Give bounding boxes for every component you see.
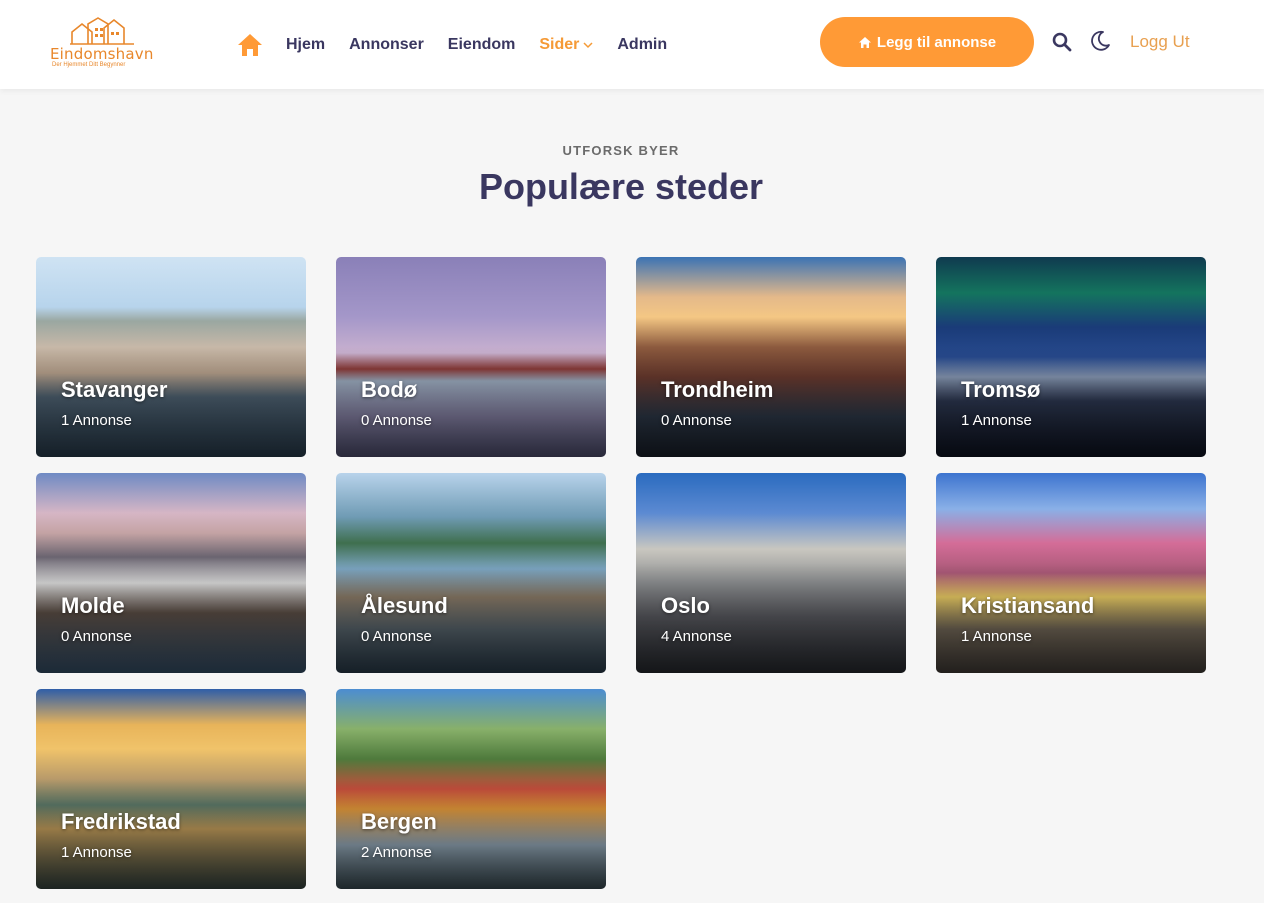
- nav-item-admin[interactable]: Admin: [617, 36, 667, 54]
- home-icon[interactable]: [236, 32, 264, 58]
- city-name: Trondheim: [661, 377, 774, 402]
- listing-count: 2 Annonse: [361, 844, 432, 861]
- moon-icon[interactable]: [1088, 29, 1112, 53]
- listing-count: 4 Annonse: [661, 628, 732, 645]
- top-header: Eindomshavn Der Hjemmet Ditt Begynner Hj…: [0, 0, 1264, 89]
- listing-count: 0 Annonse: [661, 412, 732, 429]
- city-name: Ålesund: [361, 593, 448, 618]
- section-eyebrow: UTFORSK BYER: [562, 143, 680, 158]
- city-card-kristiansand[interactable]: Kristiansand 1 Annonse: [936, 473, 1206, 673]
- city-name: Kristiansand: [961, 593, 1095, 618]
- section-title: Populære steder: [478, 166, 764, 207]
- nav-label: Eiendom: [447, 36, 516, 53]
- listing-count: 1 Annonse: [61, 844, 132, 861]
- search-icon[interactable]: [1051, 31, 1073, 53]
- city-card-alesund[interactable]: Ålesund 0 Annonse: [336, 473, 606, 673]
- city-card-tromso[interactable]: Tromsø 1 Annonse: [936, 257, 1206, 457]
- city-name: Bergen: [361, 809, 437, 834]
- add-listing-label: Legg til annonse: [876, 33, 997, 51]
- nav-label: Hjem: [286, 36, 326, 53]
- logo[interactable]: Eindomshavn Der Hjemmet Ditt Begynner: [46, 14, 168, 72]
- listing-count: 0 Annonse: [361, 412, 432, 429]
- nav-label: Annonser: [349, 36, 424, 53]
- listing-count: 0 Annonse: [361, 628, 432, 645]
- chevron-down-icon: [583, 42, 593, 49]
- nav-item-hjem[interactable]: Hjem: [286, 36, 325, 54]
- nav-item-annonser[interactable]: Annonser: [349, 36, 424, 54]
- nav-item-eiendom[interactable]: Eiendom: [448, 36, 516, 54]
- listing-count: 0 Annonse: [61, 628, 132, 645]
- city-name: Molde: [61, 593, 125, 618]
- listing-count: 1 Annonse: [961, 412, 1032, 429]
- home-icon: [858, 36, 871, 48]
- city-card-oslo[interactable]: Oslo 4 Annonse: [636, 473, 906, 673]
- logout-link[interactable]: Logg Ut: [1130, 32, 1190, 52]
- city-card-molde[interactable]: Molde 0 Annonse: [36, 473, 306, 673]
- add-listing-button[interactable]: Legg til annonse: [820, 17, 1034, 67]
- nav-label: Admin: [617, 36, 668, 53]
- city-name: Fredrikstad: [61, 809, 181, 834]
- city-card-bodo[interactable]: Bodø 0 Annonse: [336, 257, 606, 457]
- city-card-fredrikstad[interactable]: Fredrikstad 1 Annonse: [36, 689, 306, 889]
- nav-label: Sider: [539, 36, 580, 53]
- main-nav: Hjem Annonser Eiendom Sider Admin: [236, 28, 691, 62]
- city-name: Tromsø: [961, 377, 1041, 402]
- city-card-stavanger[interactable]: Stavanger 1 Annonse: [36, 257, 306, 457]
- nav-item-sider[interactable]: Sider: [539, 36, 593, 54]
- logo-houses-icon: [70, 17, 134, 45]
- city-card-trondheim[interactable]: Trondheim 0 Annonse: [636, 257, 906, 457]
- listing-count: 1 Annonse: [61, 412, 132, 429]
- city-name: Stavanger: [61, 377, 168, 402]
- city-card-bergen[interactable]: Bergen 2 Annonse: [336, 689, 606, 889]
- logo-tagline: Der Hjemmet Ditt Begynner: [52, 62, 126, 68]
- listing-count: 1 Annonse: [961, 628, 1032, 645]
- logo-name: Eindomshavn: [50, 45, 154, 63]
- city-name: Bodø: [361, 377, 418, 402]
- city-name: Oslo: [661, 593, 710, 618]
